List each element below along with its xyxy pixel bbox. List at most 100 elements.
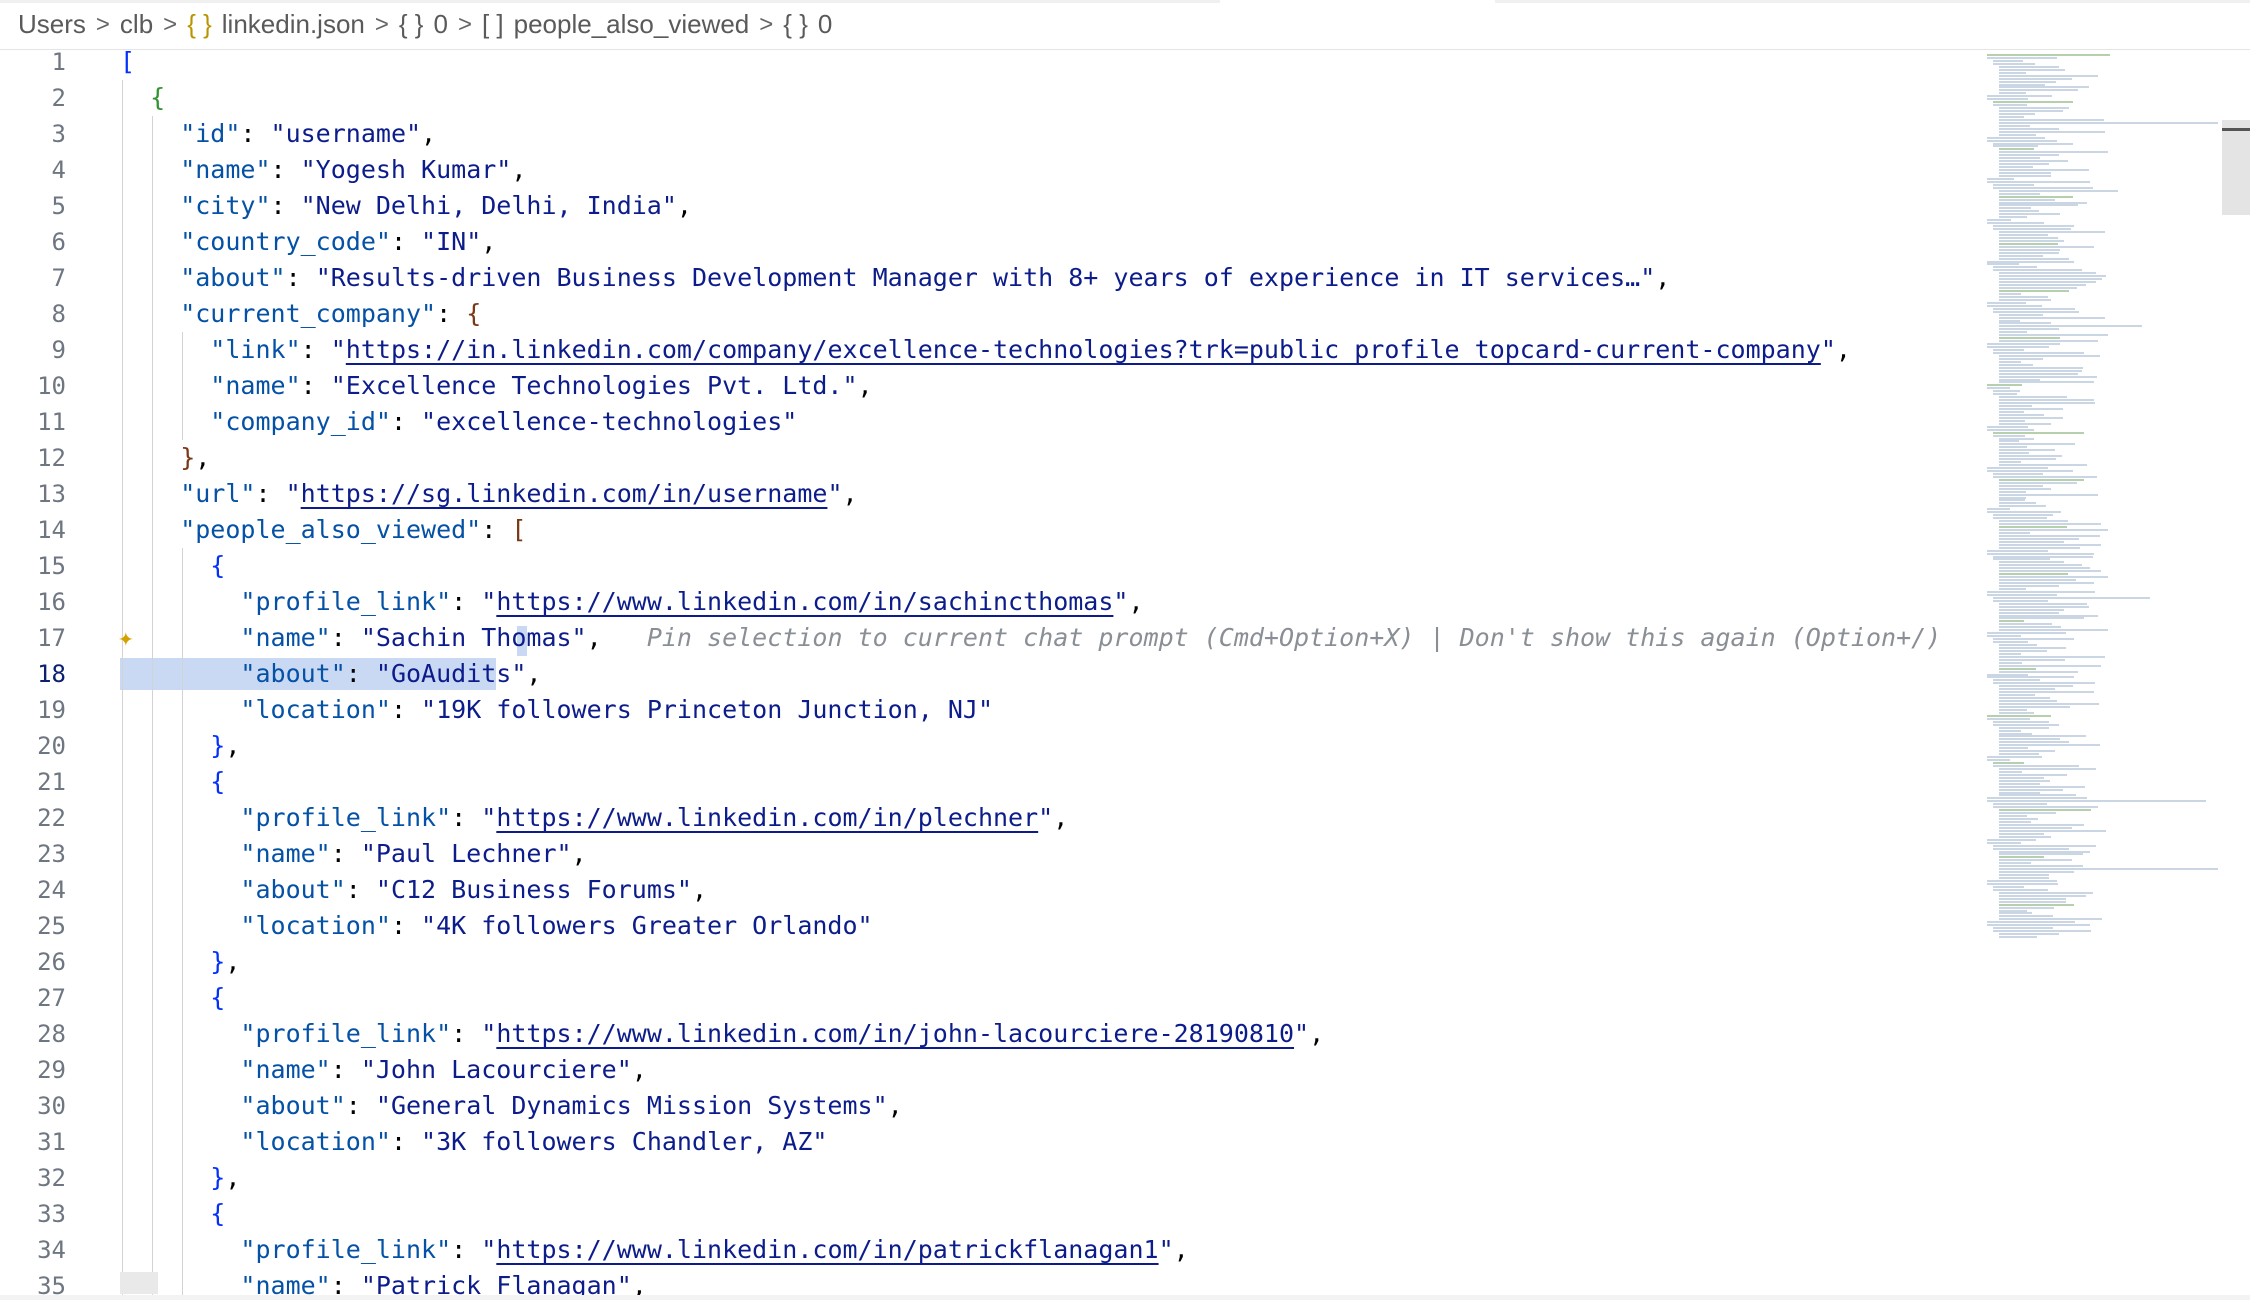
url-link[interactable]: https://www.linkedin.com/in/sachincthoma… — [496, 587, 1113, 616]
json-key: "current_company" — [120, 299, 437, 328]
minimap-line — [1999, 163, 2049, 166]
minimap-line — [1987, 469, 2074, 472]
minimap-line — [1987, 425, 2028, 428]
code-line[interactable]: "city": "New Delhi, Delhi, India", — [120, 188, 692, 224]
minimap-line — [1999, 626, 2062, 629]
minimap-line — [1999, 608, 2065, 611]
minimap-line — [1999, 354, 2100, 357]
punctuation: , — [571, 839, 587, 868]
code-line[interactable]: "profile_link": "https://www.linkedin.co… — [120, 1016, 1324, 1052]
json-key: "about" — [120, 659, 346, 688]
minimap-line — [1999, 499, 2026, 502]
punctuation: : — [300, 335, 331, 364]
url-link[interactable]: https://www.linkedin.com/in/plechner — [496, 803, 1038, 832]
code-line[interactable]: "location": "4K followers Greater Orland… — [120, 908, 872, 944]
code-line[interactable]: "name": "Paul Lechner", — [120, 836, 587, 872]
code-line[interactable]: }, — [120, 1160, 240, 1196]
minimap-line — [1999, 540, 2064, 543]
minimap-line — [1987, 180, 2091, 183]
code-line[interactable]: "location": "3K followers Chandler, AZ" — [120, 1124, 827, 1160]
code-line[interactable]: "url": "https://sg.linkedin.com/in/usern… — [120, 476, 857, 512]
minimap-line — [1999, 620, 2024, 623]
minimap-line — [1999, 605, 2090, 608]
punctuation — [602, 623, 647, 652]
code-line[interactable]: "id": "username", — [120, 116, 436, 152]
minimap-line — [1987, 260, 2074, 263]
punctuation: : — [481, 515, 512, 544]
inline-chat-hint[interactable]: Pin selection to current chat prompt (Cm… — [647, 623, 1941, 652]
url-link[interactable]: https://www.linkedin.com/in/patrickflana… — [496, 1235, 1158, 1264]
code-line[interactable]: "name": "Yogesh Kumar", — [120, 152, 526, 188]
json-string: " — [481, 803, 497, 832]
json-string: "excellence-technologies" — [421, 407, 798, 436]
code-line[interactable]: "people_also_viewed": [ — [120, 512, 526, 548]
code-line[interactable]: "name": "John Lacourciere", — [120, 1052, 646, 1088]
code-line[interactable]: "about": "Results-driven Business Develo… — [120, 260, 1670, 296]
code-line[interactable]: }, — [120, 440, 210, 476]
code-line[interactable]: { — [120, 80, 165, 116]
code-line[interactable]: { — [120, 980, 225, 1016]
code-line[interactable]: { — [120, 764, 225, 800]
code-line[interactable]: }, — [120, 944, 240, 980]
code-line[interactable]: "current_company": { — [120, 296, 481, 332]
minimap-line — [1987, 714, 2051, 717]
breadcrumb-separator-icon: > — [163, 10, 178, 38]
code-line[interactable]: "profile_link": "https://www.linkedin.co… — [120, 1232, 1188, 1268]
breadcrumb-item[interactable]: Users — [18, 9, 86, 40]
punctuation: { — [120, 83, 166, 112]
code-line[interactable]: { — [120, 1196, 225, 1232]
code-line[interactable]: "profile_link": "https://www.linkedin.co… — [120, 584, 1143, 620]
minimap-line — [1999, 611, 2059, 614]
code-line[interactable]: "name": "Excellence Technologies Pvt. Lt… — [120, 368, 872, 404]
code-line[interactable]: "about": "GoAudits", — [120, 656, 541, 692]
vertical-scrollbar[interactable] — [2222, 120, 2250, 215]
minimap-line — [1999, 646, 2067, 649]
json-key: "profile_link" — [120, 1019, 452, 1048]
minimap-line — [1999, 461, 2021, 464]
punctuation: : — [451, 1019, 482, 1048]
code-line[interactable]: "link": "https://in.linkedin.com/company… — [120, 332, 1851, 368]
minimap[interactable] — [1975, 50, 2235, 950]
breadcrumb-item[interactable]: { } 0 — [399, 9, 448, 40]
minimap-line — [1999, 251, 2059, 254]
breadcrumb-item[interactable]: clb — [120, 9, 153, 40]
minimap-line — [1999, 688, 2055, 691]
horizontal-scrollbar[interactable] — [120, 1272, 158, 1294]
code-line[interactable]: "country_code": "IN", — [120, 224, 496, 260]
minimap-line — [1987, 880, 2058, 882]
minimap-line — [1993, 764, 2079, 767]
code-line[interactable]: "about": "General Dynamics Mission Syste… — [120, 1088, 902, 1124]
url-link[interactable]: https://sg.linkedin.com/in/username — [301, 479, 828, 508]
minimap-line — [1999, 231, 2105, 233]
minimap-line — [1999, 826, 2072, 829]
code-line[interactable]: "name": "Patrick Flanagan", — [120, 1268, 646, 1295]
code-editor[interactable]: 1 2 3 4 5 6 7 8 9 10 11 12 13 14 15 16 17 18 19 20 21 22 23 24 2… — [0, 50, 1970, 1295]
code-line[interactable]: { — [120, 548, 225, 584]
code-line[interactable]: "location": "19K followers Princeton Jun… — [120, 692, 993, 728]
minimap-line — [1999, 292, 2022, 295]
code-line[interactable]: }, — [120, 728, 240, 764]
json-key: "profile_link" — [120, 803, 452, 832]
code-line[interactable]: "name": "Sachin Thomas", Pin selection t… — [120, 620, 1941, 656]
minimap-line — [1987, 304, 2043, 307]
minimap-line — [1999, 788, 2064, 791]
url-link[interactable]: https://in.linkedin.com/company/excellen… — [346, 335, 1821, 364]
breadcrumb-item[interactable]: [ ] people_also_viewed — [482, 9, 749, 40]
code-line[interactable]: "about": "C12 Business Forums", — [120, 872, 707, 908]
minimap-line — [1999, 257, 2069, 260]
minimap-line — [1999, 871, 2074, 874]
line-number: 5 — [51, 192, 66, 220]
code-line[interactable]: [ — [120, 50, 135, 80]
minimap-line — [1999, 83, 2045, 86]
punctuation: : — [330, 623, 361, 652]
breadcrumb-item[interactable]: { } 0 — [783, 9, 832, 40]
ai-sparkle-icon[interactable]: ✦ — [118, 622, 150, 654]
url-link[interactable]: https://www.linkedin.com/in/john-lacourc… — [496, 1019, 1294, 1048]
line-number: 35 — [37, 1272, 66, 1295]
punctuation: : — [390, 227, 422, 256]
minimap-line — [1999, 154, 2060, 157]
code-line[interactable]: "profile_link": "https://www.linkedin.co… — [120, 800, 1068, 836]
breadcrumb-item[interactable]: { } linkedin.json — [187, 9, 365, 40]
minimap-line — [1999, 363, 2033, 366]
code-line[interactable]: "company_id": "excellence-technologies" — [120, 404, 797, 440]
